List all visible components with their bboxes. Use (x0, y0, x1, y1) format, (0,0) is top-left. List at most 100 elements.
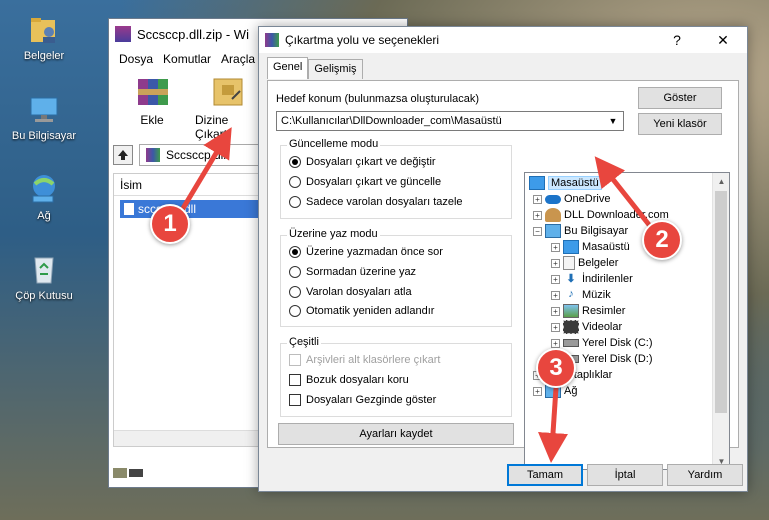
extract-folder-icon (208, 73, 248, 109)
expand-icon[interactable]: + (551, 306, 560, 316)
radio-button[interactable] (289, 246, 301, 258)
save-settings-button[interactable]: Ayarları kaydet (278, 423, 514, 445)
tree-item-belgeler[interactable]: + Belgeler (551, 255, 618, 271)
music-icon: ♪ (568, 288, 574, 300)
tree-vertical-scrollbar[interactable]: ▲ ▼ (712, 173, 729, 469)
expand-icon[interactable]: + (533, 386, 542, 396)
video-icon (563, 320, 579, 334)
update-option-replace[interactable]: Dosyaları çıkart ve değiştir (289, 156, 436, 168)
tree-item-label: Resimler (582, 305, 626, 317)
option-keep-broken-files[interactable]: Bozuk dosyaları koru (289, 374, 409, 386)
tree-item-videolar[interactable]: + Videolar (551, 319, 622, 335)
dialog-app-icon (265, 33, 279, 47)
computer-icon (545, 224, 561, 238)
winrar-app-icon (115, 26, 131, 42)
update-option-update[interactable]: Dosyaları çıkart ve güncelle (289, 176, 441, 188)
desktop-icon (529, 176, 545, 190)
expand-icon[interactable]: + (533, 210, 542, 220)
help-button[interactable]: Yardım (667, 464, 743, 486)
tree-item-label: İndirilenler (582, 273, 633, 285)
dialog-titlebar[interactable]: Çıkartma yolu ve seçenekleri ? ✕ (259, 27, 747, 53)
help-title-button[interactable]: ? (657, 27, 697, 53)
radio-button[interactable] (289, 196, 301, 208)
up-arrow-icon (118, 150, 128, 160)
tree-item-onedrive[interactable]: + OneDrive (533, 191, 610, 207)
extract-to-button[interactable]: Dizine Çıkart (195, 73, 261, 141)
radio-button[interactable] (289, 266, 301, 278)
misc-title: Çeşitli (287, 336, 321, 348)
tree-item-disk-c[interactable]: + Yerel Disk (C:) (551, 335, 653, 351)
network-icon (27, 172, 61, 206)
expand-icon[interactable]: + (551, 242, 560, 252)
tab-panel-genel: Hedef konum (bulunmazsa oluşturulacak) C… (267, 80, 739, 470)
tab-genel[interactable]: Genel (267, 57, 309, 79)
update-option-freshen[interactable]: Sadece varolan dosyaları tazele (289, 196, 463, 208)
step-1-badge: 1 (150, 204, 190, 244)
add-button[interactable]: Ekle (119, 73, 185, 127)
dialog-title: Çıkartma yolu ve seçenekleri (285, 33, 440, 47)
checkbox (289, 354, 301, 366)
extraction-dialog: Çıkartma yolu ve seçenekleri ? ✕ Genel G… (258, 26, 748, 492)
tree-item-indirilenler[interactable]: + ⬇ İndirilenler (551, 271, 633, 287)
menu-komutlar[interactable]: Komutlar (163, 52, 211, 66)
checkbox[interactable] (289, 374, 301, 386)
new-folder-button[interactable]: Yeni klasör (638, 113, 722, 135)
tree-item-masaustu-root[interactable]: Masaüstü (529, 175, 602, 191)
expand-icon[interactable]: + (551, 322, 560, 332)
desktop-icon-bu-bilgisayar[interactable]: Bu Bilgisayar (0, 92, 88, 142)
tree-item-resimler[interactable]: + Resimler (551, 303, 625, 319)
overwrite-option-without-prompt[interactable]: Sormadan üzerine yaz (289, 266, 416, 278)
option-show-in-explorer[interactable]: Dosyaları Gezginde göster (289, 394, 436, 406)
desktop-icon (563, 240, 579, 254)
tree-item-label: Bu Bilgisayar (564, 225, 629, 237)
radio-button[interactable] (289, 305, 301, 317)
misc-group: Çeşitli Arşivleri alt klasörlere çıkart … (280, 336, 512, 417)
radio-button[interactable] (289, 176, 301, 188)
scroll-thumb[interactable] (715, 191, 727, 413)
rar-books-icon (132, 73, 172, 109)
destination-path-combobox[interactable]: C:\Kullanıcılar\DllDownloader_com\Masaüs… (276, 111, 624, 131)
expand-icon[interactable]: + (551, 338, 560, 348)
up-folder-button[interactable] (113, 145, 133, 165)
option-label: Dosyaları çıkart ve değiştir (306, 156, 436, 168)
option-label: Sadece varolan dosyaları tazele (306, 196, 463, 208)
overwrite-option-rename[interactable]: Otomatik yeniden adlandır (289, 305, 434, 317)
expand-icon[interactable]: + (551, 274, 560, 284)
tree-item-bu-bilgisayar[interactable]: − Bu Bilgisayar (533, 223, 628, 239)
user-folder-icon (27, 12, 61, 46)
radio-button[interactable] (289, 156, 301, 168)
tree-item-label: Videolar (582, 321, 623, 333)
scroll-up-icon[interactable]: ▲ (713, 173, 729, 189)
file-row[interactable]: sccsccp.dll (120, 200, 260, 218)
menu-dosya[interactable]: Dosya (119, 52, 153, 66)
tab-gelismis[interactable]: Gelişmiş (308, 59, 363, 79)
ok-button[interactable]: Tamam (507, 464, 583, 486)
overwrite-option-skip[interactable]: Varolan dosyaları atla (289, 286, 412, 298)
cancel-button[interactable]: İptal (587, 464, 663, 486)
overwrite-option-ask[interactable]: Üzerine yazmadan önce sor (289, 246, 443, 258)
destination-path-value: C:\Kullanıcılar\DllDownloader_com\Masaüs… (281, 115, 502, 127)
show-button[interactable]: Göster (638, 87, 722, 109)
step-3-badge: 3 (536, 348, 576, 388)
checkbox[interactable] (289, 394, 301, 406)
chevron-down-icon[interactable]: ▼ (605, 113, 621, 129)
expand-icon[interactable]: + (533, 194, 542, 204)
radio-button[interactable] (289, 286, 301, 298)
desktop-icon-label: Ağ (37, 210, 51, 222)
option-label: Otomatik yeniden adlandır (306, 305, 435, 317)
collapse-icon[interactable]: − (533, 226, 542, 236)
expand-icon[interactable]: + (551, 290, 560, 300)
picture-icon (563, 304, 579, 318)
tree-item-masaustu[interactable]: + Masaüstü (551, 239, 630, 255)
tree-item-muzik[interactable]: + ♪ Müzik (551, 287, 611, 303)
tree-item-label: Yerel Disk (D:) (582, 353, 653, 365)
close-button[interactable]: ✕ (703, 27, 743, 53)
desktop-icon-belgeler[interactable]: Belgeler (0, 12, 88, 62)
archive-path-text: Sccsccp.dll (166, 148, 227, 162)
desktop-icon-cop-kutusu[interactable]: Çöp Kutusu (0, 252, 88, 302)
folder-tree[interactable]: Masaüstü + OneDrive + DLL Downloader.com… (524, 172, 730, 470)
expand-icon[interactable]: + (551, 258, 560, 268)
desktop-icon-ag[interactable]: Ağ (0, 172, 88, 222)
menu-araclar[interactable]: Araçla (221, 52, 255, 66)
tree-item-dll-downloader[interactable]: + DLL Downloader.com (533, 207, 669, 223)
